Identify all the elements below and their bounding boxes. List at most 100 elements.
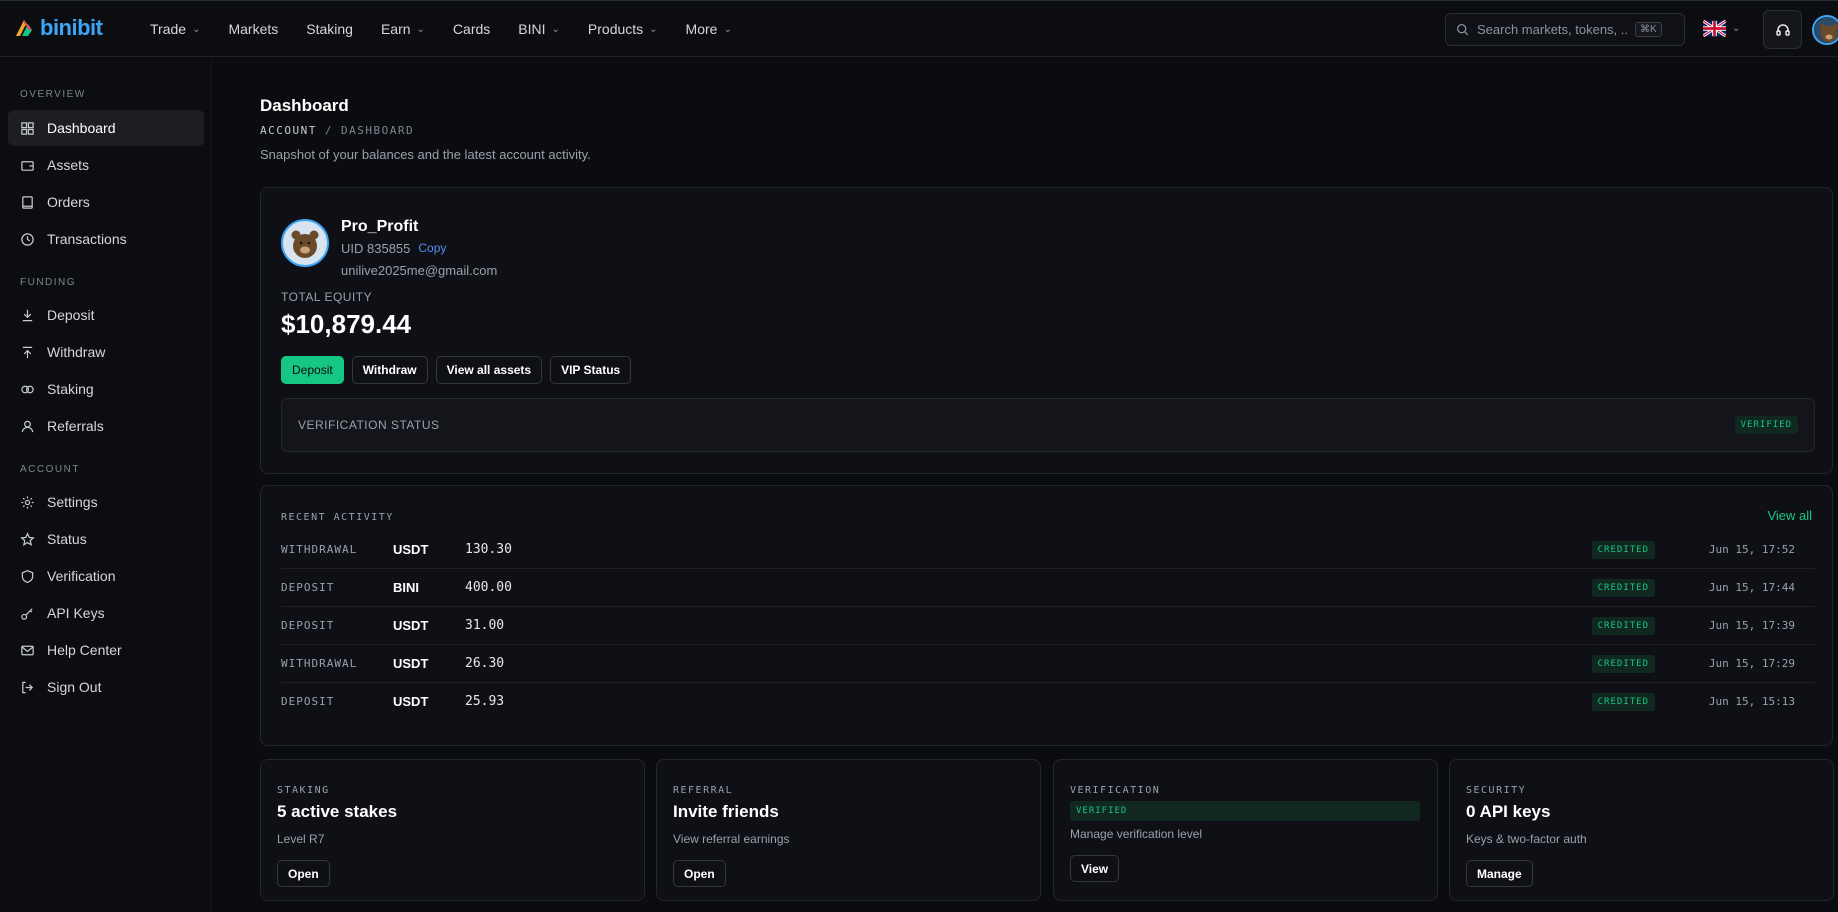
nav-earn[interactable]: Earn ⌄ (381, 21, 425, 37)
search-box[interactable]: ⌘K (1445, 13, 1685, 46)
verification-status-box: VERIFICATION STATUS VERIFIED (281, 398, 1815, 452)
activity-time: Jun 15, 17:39 (1708, 619, 1795, 632)
brand-name: binibit (40, 15, 103, 40)
sidebar-item-withdraw[interactable]: Withdraw (8, 334, 204, 370)
user-avatar[interactable] (1812, 15, 1838, 45)
chevron-down-icon: ⌄ (649, 23, 658, 35)
profile-avatar (281, 219, 329, 267)
sidebar-item-help-center[interactable]: Help Center (8, 632, 204, 668)
security-manage-button[interactable]: Manage (1466, 860, 1533, 887)
sidebar-item-label: Help Center (47, 642, 122, 658)
sidebar-item-label: Deposit (47, 307, 95, 323)
user-icon (21, 420, 34, 432)
sidebar: OVERVIEW Dashboard Assets Orders Transac… (0, 57, 212, 912)
brand-logo[interactable]: binibit (12, 15, 103, 41)
nav-cards[interactable]: Cards (453, 21, 490, 37)
key-icon (21, 607, 33, 620)
activity-amount: 26.30 (465, 656, 505, 671)
activity-amount: 130.30 (465, 542, 512, 557)
clock-icon (21, 232, 34, 246)
profile-uid-row: UID 835855 Copy (341, 241, 446, 256)
nav-products[interactable]: Products ⌄ (588, 21, 658, 37)
sidebar-item-sign-out[interactable]: Sign Out (8, 669, 204, 705)
activity-type: DEPOSIT (281, 581, 335, 594)
status-badge: CREDITED (1591, 655, 1655, 673)
table-row[interactable]: DEPOSIT USDT 25.93 CREDITED Jun 15, 15:1… (281, 683, 1815, 721)
binibit-logo-icon (16, 20, 32, 36)
sidebar-item-orders[interactable]: Orders (8, 184, 204, 220)
status-badge: CREDITED (1591, 541, 1655, 559)
nav-cards-label: Cards (452, 21, 491, 37)
sidebar-item-referrals[interactable]: Referrals (8, 408, 204, 444)
nav-bini[interactable]: BINI ⌄ (518, 21, 560, 37)
sidebar-item-staking[interactable]: Staking (8, 371, 204, 407)
table-row[interactable]: WITHDRAWAL USDT 130.30 CREDITED Jun 15, … (281, 531, 1815, 569)
logout-icon (22, 681, 34, 693)
table-row[interactable]: DEPOSIT USDT 31.00 CREDITED Jun 15, 17:3… (281, 607, 1815, 645)
sidebar-item-settings[interactable]: Settings (8, 484, 204, 520)
sidebar-item-verification[interactable]: Verification (8, 558, 204, 594)
breadcrumb-dashboard: DASHBOARD (340, 124, 415, 137)
download-icon (22, 309, 33, 321)
sidebar-item-deposit[interactable]: Deposit (8, 297, 204, 333)
sidebar-item-label: Settings (47, 494, 98, 510)
nav-trade[interactable]: Trade ⌄ (150, 21, 200, 37)
nav-staking-label: Staking (306, 21, 353, 37)
referral-open-button[interactable]: Open (673, 860, 726, 887)
nav-earn-label: Earn (380, 21, 411, 37)
sidebar-item-api-keys[interactable]: API Keys (8, 595, 204, 631)
activity-amount: 25.93 (465, 694, 505, 709)
staking-card: STAKING 5 active stakes Level R7 Open (260, 759, 645, 901)
bear-avatar-icon (1814, 17, 1838, 43)
sidebar-item-assets[interactable]: Assets (8, 147, 204, 183)
support-button[interactable] (1763, 10, 1802, 49)
nav-more[interactable]: More ⌄ (686, 21, 732, 37)
staking-card-sub: Level R7 (277, 832, 325, 846)
status-badge: CREDITED (1591, 693, 1655, 711)
sidebar-item-status[interactable]: Status (8, 521, 204, 557)
main-nav: Trade ⌄ Markets Staking Earn ⌄ Cards BINI ⌄… (150, 1, 760, 57)
sidebar-item-dashboard[interactable]: Dashboard (8, 110, 204, 146)
upload-icon (22, 346, 33, 358)
activity-amount: 31.00 (465, 618, 505, 633)
nav-trade-label: Trade (150, 21, 187, 37)
language-selector[interactable]: ⌄ (1703, 20, 1740, 37)
view-all-activity-link[interactable]: View all (1767, 508, 1812, 523)
activity-asset: USDT (393, 542, 429, 557)
view-all-assets-button[interactable]: View all assets (435, 356, 543, 384)
breadcrumb-account[interactable]: ACCOUNT (260, 124, 317, 137)
table-row[interactable]: DEPOSIT BINI 400.00 CREDITED Jun 15, 17:… (281, 569, 1815, 607)
staking-open-button[interactable]: Open (277, 860, 330, 887)
verification-card-label: VERIFICATION (1070, 785, 1161, 796)
sidebar-item-transactions[interactable]: Transactions (8, 221, 204, 257)
star-icon (20, 531, 35, 546)
sidebar-item-label: Verification (47, 568, 116, 584)
copy-uid-link[interactable]: Copy (418, 241, 446, 256)
chevron-down-icon: ⌄ (1732, 23, 1741, 34)
profile-email: unilive2025me@gmail.com (341, 263, 498, 278)
activity-type: DEPOSIT (281, 695, 335, 708)
verification-card-badge: VERIFIED (1076, 806, 1128, 816)
nav-staking[interactable]: Staking (306, 21, 353, 37)
referral-card-title: Invite friends (673, 802, 779, 821)
sidebar-item-label: Orders (47, 194, 90, 210)
search-icon (1456, 23, 1469, 36)
staking-card-label: STAKING (277, 785, 330, 796)
wallet-icon (21, 160, 34, 171)
vip-status-button[interactable]: VIP Status (550, 356, 632, 384)
deposit-button[interactable]: Deposit (281, 356, 344, 384)
nav-markets[interactable]: Markets (228, 21, 278, 37)
verification-view-button[interactable]: View (1070, 855, 1120, 882)
activity-amount: 400.00 (465, 580, 512, 595)
recent-activity-card: RECENT ACTIVITY View all WITHDRAWAL USDT… (260, 485, 1833, 746)
referral-card-sub: View referral earnings (673, 832, 790, 846)
withdraw-button[interactable]: Withdraw (351, 356, 428, 384)
table-row[interactable]: WITHDRAWAL USDT 26.30 CREDITED Jun 15, 1… (281, 645, 1815, 683)
sidebar-item-label: Status (47, 531, 87, 547)
security-card: SECURITY 0 API keys Keys & two-factor au… (1449, 759, 1834, 901)
section-label-overview: OVERVIEW (20, 89, 86, 100)
activity-time: Jun 15, 17:52 (1708, 543, 1795, 556)
staking-card-title: 5 active stakes (277, 802, 398, 821)
grid-icon (21, 121, 34, 135)
search-input[interactable] (1477, 22, 1627, 37)
